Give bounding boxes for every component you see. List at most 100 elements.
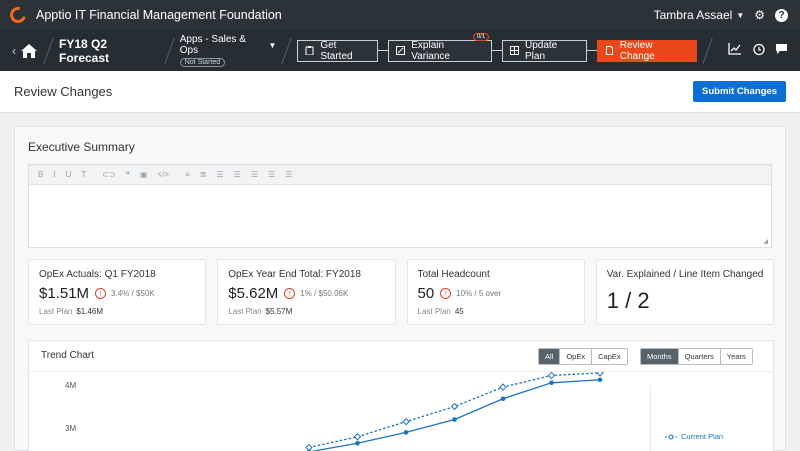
trend-chart-title: Trend Chart	[41, 350, 94, 361]
data-point[interactable]	[355, 440, 360, 446]
data-point[interactable]	[452, 417, 457, 422]
data-point[interactable]	[353, 433, 362, 441]
step-connector	[586, 50, 597, 51]
nav-separator	[164, 37, 175, 64]
data-point[interactable]	[450, 402, 459, 411]
help-icon[interactable]: ?	[775, 8, 788, 22]
nav-separator	[281, 37, 293, 64]
arrow-up-icon: ↑	[95, 288, 107, 299]
bullet-list-icon[interactable]: ≡	[185, 170, 190, 179]
nav-separator	[43, 37, 54, 64]
y-tick-label: 4M	[65, 381, 76, 390]
image-icon[interactable]: ▣	[140, 170, 148, 179]
data-point[interactable]	[597, 377, 603, 383]
data-point[interactable]	[403, 430, 409, 435]
data-point[interactable]	[547, 372, 556, 380]
kpi-card-opex-year-end: OpEx Year End Total: FY2018 $5.62M ↑ 1% …	[217, 259, 396, 325]
data-point[interactable]	[549, 380, 554, 386]
step-connector	[378, 50, 389, 51]
step-label: Update Plan	[525, 39, 558, 62]
data-point[interactable]	[500, 396, 506, 402]
align-left-icon[interactable]: ☰	[216, 170, 223, 179]
top-bar: Apptio IT Financial Management Foundatio…	[0, 0, 800, 30]
y-tick-label: 3M	[65, 424, 76, 433]
kpi-label: Var. Explained / Line Item Changed	[606, 269, 764, 280]
nav-right-tools	[697, 37, 788, 64]
top-right-controls: Tambra Assael ▼ ⚙ ?	[654, 8, 788, 22]
kpi-card-variance-explained: Var. Explained / Line Item Changed 1 / 2	[595, 259, 774, 325]
back-chevron-icon[interactable]: ‹	[12, 44, 16, 58]
period-years[interactable]: Years	[721, 349, 752, 364]
kpi-delta: 10% / 5 over	[456, 289, 502, 298]
kpi-value-row: 50 ↑ 10% / 5 over	[418, 285, 502, 302]
status-badge: Not Started	[179, 58, 226, 67]
kpi-cards: OpEx Actuals: Q1 FY2018 $1.51M ↑ 3.4% / …	[28, 259, 774, 325]
step-get-started[interactable]: Get Started	[297, 39, 379, 62]
italic-icon[interactable]: I	[53, 170, 55, 179]
resize-handle-icon[interactable]: ◢	[763, 238, 768, 245]
quote-icon[interactable]: ❝	[126, 170, 130, 179]
kpi-value-row: $1.51M ↑ 3.4% / $50K	[39, 285, 155, 302]
kpi-value: 50	[417, 285, 435, 302]
executive-summary-editor[interactable]: B I U T ⊂⊃ ❝ ▣ </> ≡ ≣ ☰ ☰ ☰ ☰ ☰ ◢	[28, 164, 772, 248]
step-update-plan[interactable]: Update Plan	[502, 39, 587, 62]
gear-icon[interactable]: ⚙	[754, 8, 765, 22]
home-icon[interactable]	[20, 43, 38, 59]
comments-icon[interactable]	[775, 43, 788, 58]
document-icon	[605, 46, 614, 55]
arrow-up-icon: ↑	[440, 288, 452, 299]
text-format-icon[interactable]: T	[81, 170, 86, 179]
data-point[interactable]	[596, 372, 604, 377]
kpi-delta: 1% / $50.06K	[300, 289, 349, 298]
apps-selector[interactable]: Apps - Sales & Ops ▼ Not Started	[179, 34, 277, 67]
align-center-icon[interactable]: ☰	[234, 170, 241, 179]
kpi-card-headcount: Total Headcount 50 ↑ 10% / 5 over Last P…	[406, 259, 585, 325]
step-connector	[492, 50, 502, 51]
last-plan-label: Last Plan	[228, 307, 262, 316]
kpi-label: OpEx Year End Total: FY2018	[228, 269, 361, 280]
submit-changes-button[interactable]: Submit Changes	[693, 81, 786, 102]
code-icon[interactable]: </>	[158, 170, 170, 179]
data-point[interactable]	[402, 417, 410, 426]
page-title: Review Changes	[14, 84, 113, 99]
last-plan-value: $1.46M	[76, 307, 104, 316]
last-plan-value: $5.57M	[265, 307, 293, 316]
trend-chart-icon[interactable]	[728, 43, 742, 58]
type-filter: All OpEx CapEx	[538, 348, 628, 365]
last-plan-value: 45	[454, 307, 464, 316]
filter-all[interactable]: All	[539, 349, 561, 364]
step-label: Review Change	[619, 39, 655, 62]
last-plan-label: Last Plan	[417, 307, 451, 316]
period-months[interactable]: Months	[641, 349, 679, 364]
user-menu[interactable]: Tambra Assael ▼	[654, 8, 745, 22]
chart-legend: Current Plan	[665, 432, 723, 441]
numbered-list-icon[interactable]: ≣	[200, 170, 207, 179]
filter-opex[interactable]: OpEx	[560, 349, 593, 364]
step-label: Explain Variance	[411, 39, 450, 62]
outdent-icon[interactable]: ☰	[285, 170, 292, 179]
last-plan-label: Last Plan	[39, 307, 73, 316]
kpi-value: 1 / 2	[606, 288, 650, 313]
data-point[interactable]	[499, 383, 507, 391]
underline-icon[interactable]: U	[66, 170, 72, 179]
filter-capex[interactable]: CapEx	[592, 349, 627, 364]
editor-toolbar: B I U T ⊂⊃ ❝ ▣ </> ≡ ≣ ☰ ☰ ☰ ☰ ☰	[29, 165, 771, 185]
step-review-change[interactable]: Review Change	[596, 39, 697, 62]
apps-dropdown[interactable]: Apps - Sales & Ops ▼	[180, 34, 277, 56]
legend-current-plan: Current Plan	[681, 432, 724, 441]
history-icon[interactable]	[752, 43, 765, 59]
period-quarters[interactable]: Quarters	[679, 349, 721, 364]
align-right-icon[interactable]: ☰	[251, 170, 258, 179]
kpi-last-plan: Last Plan $5.57M	[228, 307, 292, 316]
bold-icon[interactable]: B	[38, 170, 43, 179]
link-icon[interactable]: ⊂⊃	[102, 170, 115, 179]
indent-icon[interactable]: ☰	[268, 170, 275, 179]
clipboard-icon	[305, 46, 314, 56]
step-explain-variance[interactable]: Explain Variance 0/1	[388, 32, 493, 62]
kpi-last-plan: Last Plan 45	[418, 307, 464, 316]
forecast-name[interactable]: FY18 Q2 Forecast	[59, 37, 159, 65]
app-title: Apptio IT Financial Management Foundatio…	[36, 8, 282, 22]
period-filter: Months Quarters Years	[640, 348, 753, 365]
table-icon	[510, 46, 519, 55]
series-line-actual	[310, 379, 601, 451]
